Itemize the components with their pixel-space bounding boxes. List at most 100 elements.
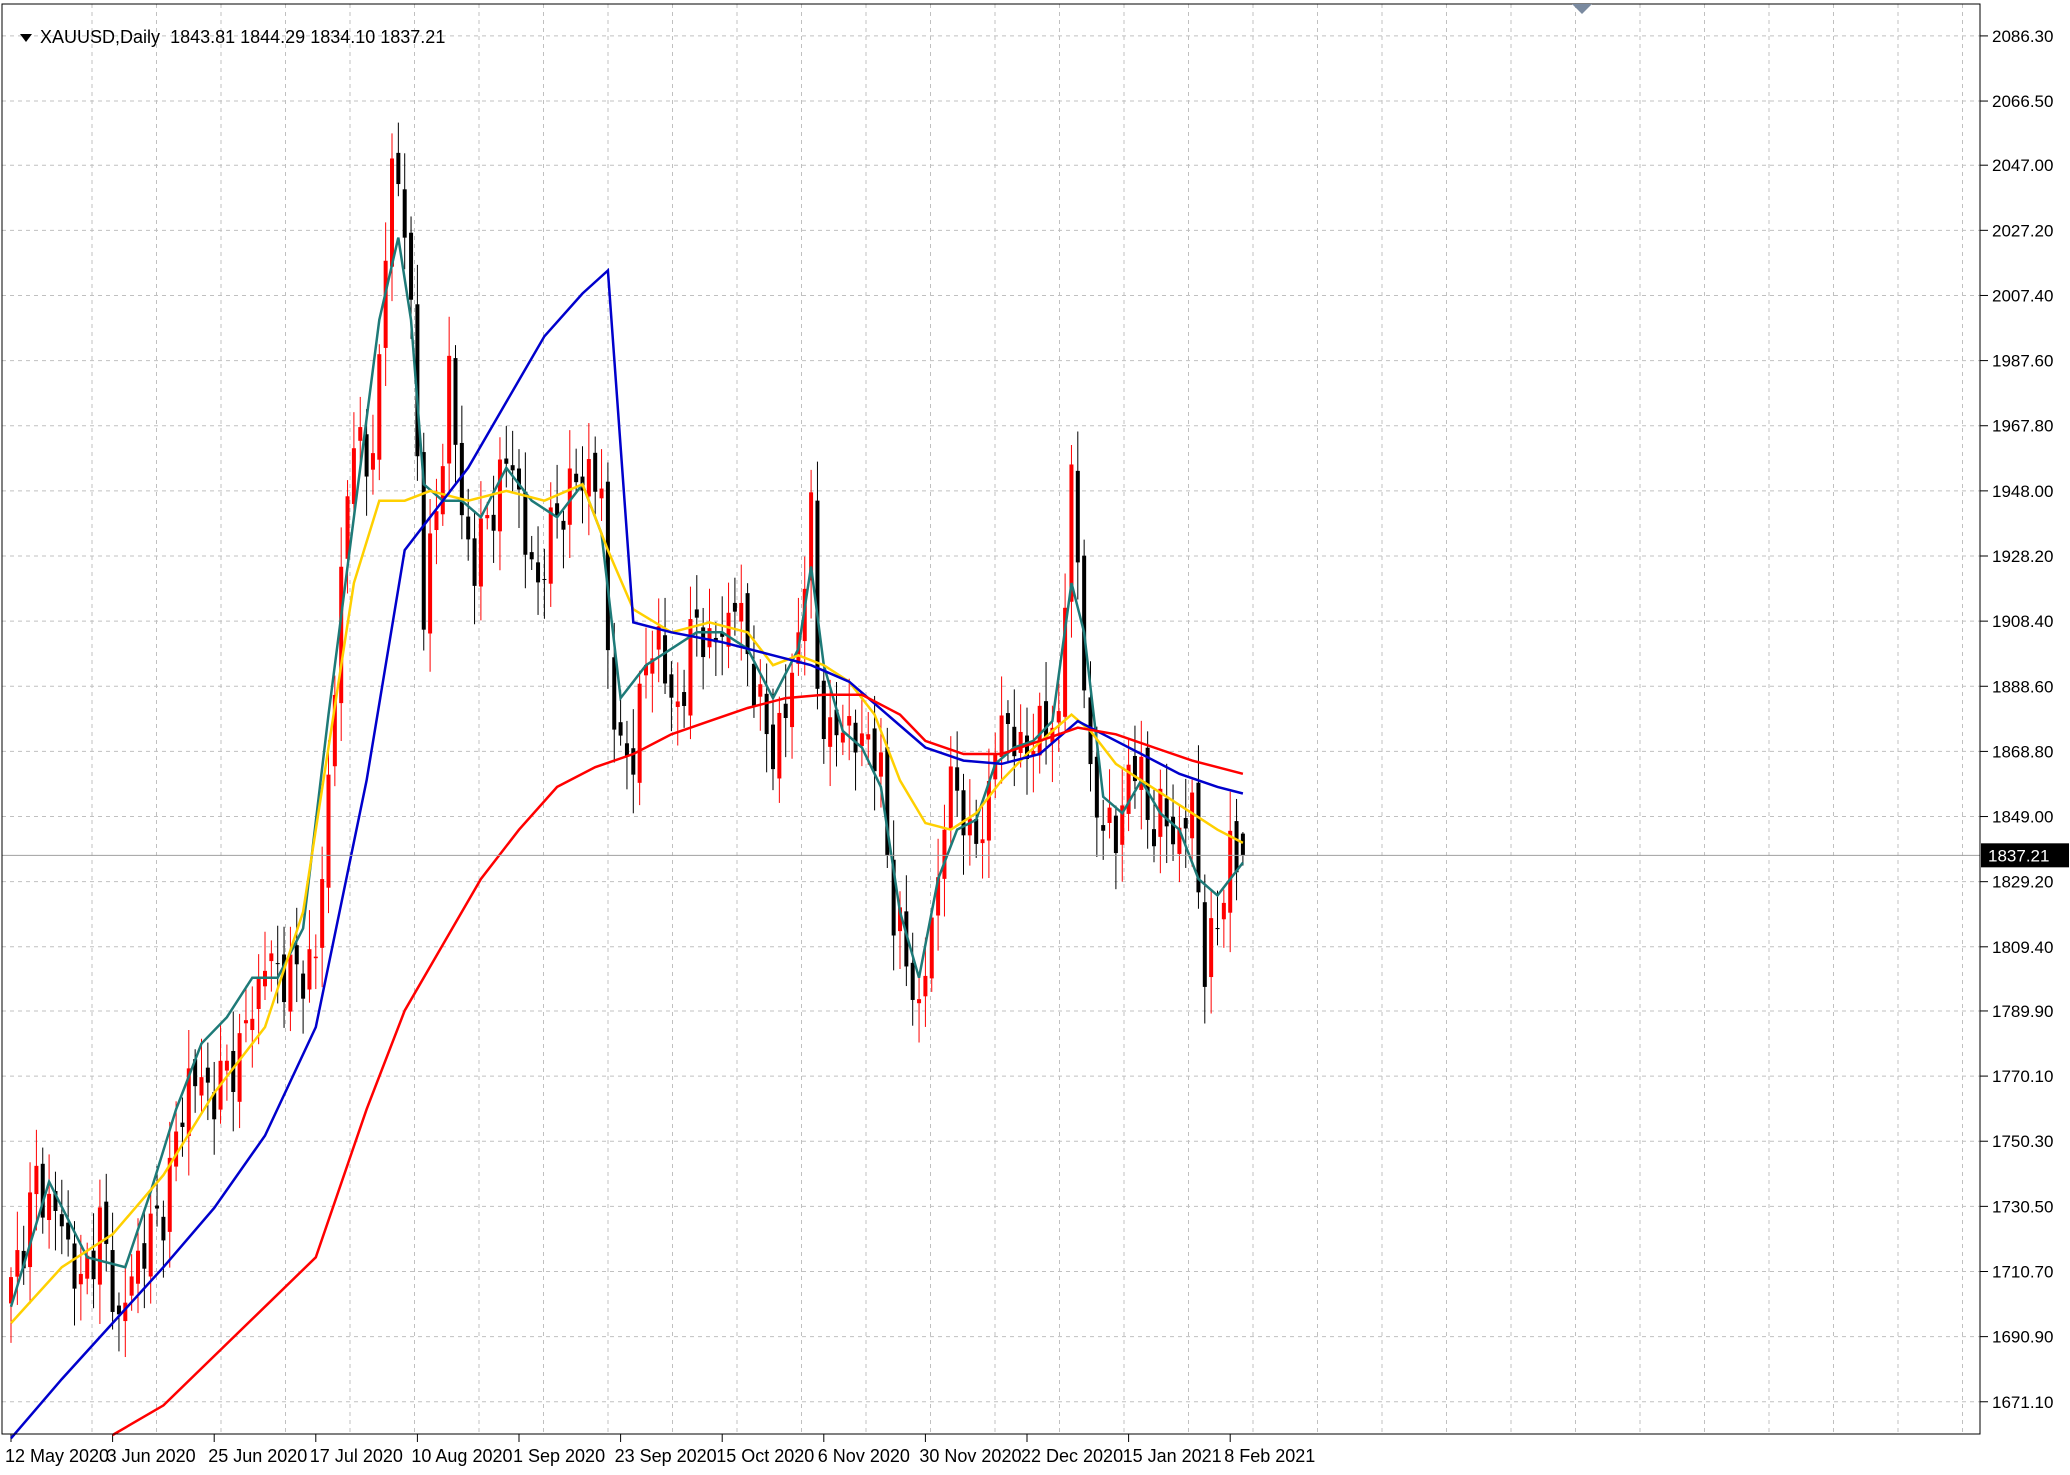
candle-body	[682, 692, 687, 706]
y-tick-label: 1948.00	[1992, 482, 2053, 501]
moving-average-line	[10, 267, 1244, 1440]
candle-body	[377, 354, 382, 460]
candle-body	[955, 767, 960, 791]
candle-body	[663, 635, 668, 684]
plot-frame	[1, 3, 1981, 1435]
y-tick-label: 2007.40	[1992, 286, 2053, 305]
candle-body	[707, 628, 712, 648]
candle-body	[364, 434, 369, 477]
y-tick-label: 1849.00	[1992, 808, 2053, 827]
candle-body	[866, 734, 871, 740]
candle-body	[402, 189, 407, 238]
candle-body	[161, 1216, 166, 1241]
candle-body	[15, 1250, 20, 1277]
candle-body	[358, 427, 363, 441]
candle-body	[574, 473, 579, 483]
candle-body	[66, 1222, 71, 1240]
candle-body	[624, 743, 629, 757]
candle-body	[1183, 817, 1188, 829]
candle-body	[618, 722, 623, 736]
candle-body	[256, 976, 261, 1009]
candle-body	[1005, 713, 1010, 725]
candle-body	[593, 452, 598, 492]
candle-body	[783, 703, 788, 719]
candle-body	[472, 538, 477, 586]
candle-body	[548, 507, 553, 584]
candle-body	[497, 459, 502, 532]
candle-body	[929, 917, 934, 979]
candle-body	[351, 448, 356, 504]
candle-body	[485, 515, 490, 519]
candle-body	[1240, 833, 1245, 856]
x-tick-label: 12 May 2020	[5, 1446, 109, 1466]
y-tick-label: 2066.50	[1992, 92, 2053, 111]
candle-body	[1113, 815, 1118, 854]
candle-body	[269, 953, 274, 962]
caret-down-icon[interactable]	[20, 34, 33, 43]
candle-body	[1221, 902, 1226, 920]
candle-body	[466, 516, 471, 540]
candle-body	[275, 963, 280, 965]
candle-body	[1056, 711, 1061, 723]
price-chart[interactable]: 2086.30 2066.50 2047.00 2027.20 2007.40 1987.…	[0, 0, 2070, 1470]
candle-body	[529, 552, 534, 560]
candle-body	[301, 973, 306, 999]
candle-body	[726, 612, 731, 647]
candle-body	[523, 491, 528, 555]
candle-body	[440, 466, 445, 515]
candle-body	[174, 1131, 179, 1167]
y-tick-label: 2086.30	[1992, 27, 2053, 46]
candle-body	[326, 774, 331, 888]
candle-body	[815, 500, 820, 689]
candle-body	[961, 790, 966, 836]
chart-info-bar: XAUUSD,Daily 1843.81 1844.29 1834.10 183…	[10, 6, 445, 48]
candle-body	[142, 1243, 147, 1269]
candle-body	[917, 999, 922, 1004]
candle-body	[974, 818, 979, 844]
candle-body	[847, 716, 852, 726]
moving-average-line	[111, 693, 1244, 1437]
candle-body	[910, 962, 915, 1000]
candle-body	[732, 602, 737, 612]
candle-body	[390, 158, 394, 267]
candle-body	[97, 1207, 102, 1285]
candle-body	[561, 520, 566, 530]
candle-body	[878, 752, 883, 777]
chart-area[interactable]: 2086.30 2066.50 2047.00 2027.20 2007.40 1987.…	[0, 0, 2070, 1470]
candle-body	[764, 693, 769, 735]
candle-body	[999, 715, 1004, 758]
candle-body	[1164, 798, 1169, 827]
y-tick-label: 1888.60	[1992, 677, 2053, 696]
x-tick-label: 6 Nov 2020	[818, 1446, 910, 1466]
y-tick-label: 1987.60	[1992, 352, 2053, 371]
candle-body	[1075, 470, 1080, 563]
candle-body	[790, 672, 795, 728]
candle-body	[491, 514, 496, 531]
candle-body	[771, 724, 775, 770]
candle-body	[828, 717, 833, 747]
candle-body	[504, 458, 509, 464]
candle-body	[72, 1243, 77, 1289]
y-tick-label: 1770.10	[1992, 1067, 2053, 1086]
candle-body	[1069, 464, 1074, 602]
candle-body	[942, 829, 947, 879]
y-tick-label: 2027.20	[1992, 221, 2053, 240]
y-tick-label: 1928.20	[1992, 547, 2053, 566]
candle-body	[1101, 825, 1106, 831]
ohlc-values: 1843.81 1844.29 1834.10 1837.21	[170, 27, 446, 47]
candle-body	[510, 465, 515, 471]
candle-body	[745, 593, 750, 655]
candle-body	[923, 975, 928, 997]
x-tick-label: 17 Jul 2020	[310, 1446, 403, 1466]
candle-body	[307, 949, 312, 990]
candle-body	[758, 684, 763, 697]
candle-body	[1202, 902, 1207, 987]
x-tick-label: 15 Jan 2021	[1123, 1446, 1222, 1466]
candle-body	[250, 1018, 255, 1031]
candle-body	[447, 355, 452, 464]
candle-body	[859, 733, 864, 747]
candle-body	[1018, 731, 1023, 753]
candle-body	[612, 657, 617, 730]
candle-body	[205, 1067, 210, 1083]
y-tick-label: 1789.90	[1992, 1002, 2053, 1021]
